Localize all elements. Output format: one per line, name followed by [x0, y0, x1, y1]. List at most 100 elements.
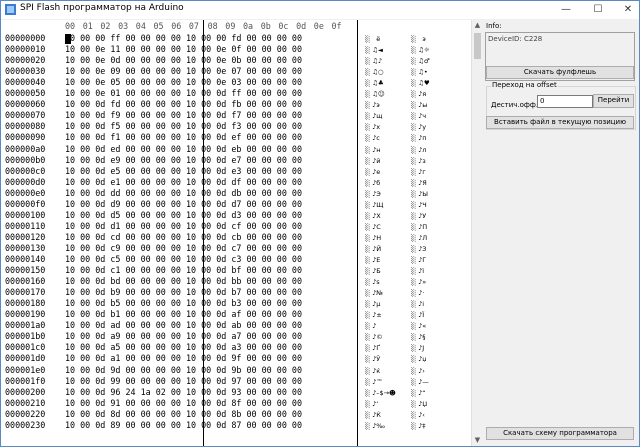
- row-ascii-right[interactable]: ░ э: [411, 35, 426, 43]
- row-ascii-right[interactable]: ░ ♫☼: [411, 46, 430, 54]
- maximize-button[interactable]: ☐: [583, 1, 613, 19]
- row-hex-bytes[interactable]: 10 00 0d a9 00 00 00 00 10 00 0d a7 00 0…: [65, 331, 302, 341]
- row-ascii-right[interactable]: ░ ♫♥: [411, 79, 430, 87]
- row-ascii-left[interactable]: ░ ♪Ќ: [365, 411, 381, 419]
- row-hex-bytes[interactable]: 10 00 00 ff 00 00 00 00 10 00 00 fd 00 0…: [65, 33, 302, 43]
- row-ascii-right[interactable]: ░ ♪Џ: [411, 400, 427, 408]
- scroll-down-arrow-icon[interactable]: ▼: [472, 435, 483, 446]
- row-hex-bytes[interactable]: 10 00 0d fd 00 00 00 00 10 00 0d fb 00 0…: [65, 99, 302, 109]
- row-hex-bytes[interactable]: 10 00 0d d1 00 00 00 00 10 00 0d cf 00 0…: [65, 221, 302, 231]
- row-ascii-left[interactable]: ░ ♪±: [365, 311, 382, 319]
- row-ascii-left[interactable]: ░ ♪б: [365, 179, 380, 187]
- row-ascii-right[interactable]: ░ ♪Ы: [411, 190, 428, 198]
- title-bar[interactable]: SPI Flash программатор на Arduino — ☐ ✕: [1, 1, 639, 19]
- dec-offset-input[interactable]: 0: [537, 95, 593, 108]
- row-hex-bytes[interactable]: 10 00 0e 05 00 00 00 00 10 00 0e 03 00 0…: [65, 77, 302, 87]
- row-ascii-right[interactable]: ░ ♪п: [411, 134, 426, 142]
- row-hex-bytes[interactable]: 10 00 0d e1 00 00 00 00 10 00 0d df 00 0…: [65, 177, 302, 187]
- row-ascii-left[interactable]: ░ ♫○: [365, 68, 384, 76]
- scroll-up-arrow-icon[interactable]: ▲: [472, 20, 483, 31]
- row-ascii-left[interactable]: ░ ♪Ў: [365, 355, 380, 363]
- row-hex-bytes[interactable]: 10 00 0e 09 00 00 00 00 10 00 0e 07 00 0…: [65, 66, 302, 76]
- row-ascii-right[interactable]: ░ ♪ї: [411, 267, 424, 275]
- row-hex-bytes[interactable]: 10 00 0d 91 00 00 00 00 10 00 0d 8f 00 0…: [65, 398, 302, 408]
- row-hex-bytes[interactable]: 10 00 0d ad 00 00 00 00 10 00 0d ab 00 0…: [65, 320, 302, 330]
- row-hex-bytes[interactable]: 10 00 0e 11 00 00 00 00 10 00 0e 0f 00 0…: [65, 44, 302, 54]
- row-ascii-right[interactable]: ░ ♪з: [411, 157, 426, 165]
- row-ascii-left[interactable]: ░ ♫◄: [365, 46, 383, 54]
- row-ascii-left[interactable]: ░ ♪ѕ: [365, 278, 380, 286]
- row-ascii-left[interactable]: ░ ♫♪: [365, 57, 382, 65]
- row-ascii-right[interactable]: ░ ♪›: [411, 367, 425, 375]
- row-ascii-right[interactable]: ░ ♪Я: [411, 179, 427, 187]
- hex-grid[interactable]: 00 01 02 03 04 05 06 07 08 09 0a 0b 0c 0d 0e 0f 0000000…: [1, 20, 471, 446]
- row-hex-bytes[interactable]: 10 00 0d c5 00 00 00 00 10 00 0d c3 00 0…: [65, 254, 302, 264]
- row-hex-bytes[interactable]: 10 00 0d bd 00 00 00 00 10 00 0d bb 00 0…: [65, 276, 302, 286]
- close-button[interactable]: ✕: [613, 1, 639, 19]
- row-ascii-right[interactable]: ░ ♪Ј: [411, 344, 424, 352]
- row-ascii-right[interactable]: ░ ♪ы: [411, 101, 427, 109]
- row-hex-bytes[interactable]: 10 00 0d b5 00 00 00 00 10 00 0d b3 00 0…: [65, 298, 302, 308]
- row-hex-bytes[interactable]: 10 00 0d f9 00 00 00 00 10 00 0d f7 00 0…: [65, 110, 302, 120]
- row-ascii-right[interactable]: ░ ♪у: [411, 123, 426, 131]
- scroll-thumb[interactable]: [474, 33, 481, 59]
- row-hex-bytes[interactable]: 10 00 0d ed 00 00 00 00 10 00 0d eb 00 0…: [65, 144, 302, 154]
- row-ascii-left[interactable]: ░ ♫♣: [365, 79, 384, 87]
- row-hex-bytes[interactable]: 10 00 0d 96 24 1a 02 00 10 00 0d 93 00 0…: [65, 387, 302, 397]
- minimize-button[interactable]: —: [551, 1, 581, 19]
- row-hex-bytes[interactable]: 10 00 0e 01 00 00 00 00 10 00 0d ff 00 0…: [65, 88, 302, 98]
- row-ascii-left[interactable]: ░ ♪©: [365, 333, 383, 341]
- row-hex-bytes[interactable]: 10 00 0d 89 00 00 00 00 10 00 0d 87 00 0…: [65, 420, 302, 430]
- row-ascii-left[interactable]: ░ ♪­: [365, 322, 376, 330]
- row-ascii-left[interactable]: ░ ♪™: [365, 378, 383, 386]
- row-ascii-right[interactable]: ░ ♫•: [411, 68, 428, 76]
- row-ascii-left[interactable]: ░ ♪с: [365, 134, 380, 142]
- row-ascii-left[interactable]: ░ ♪Х: [365, 212, 381, 220]
- row-hex-bytes[interactable]: 10 00 0d 8d 00 00 00 00 10 00 0d 8b 00 0…: [65, 409, 302, 419]
- row-ascii-right[interactable]: ░ ♪‡: [411, 422, 425, 430]
- row-hex-bytes[interactable]: 10 00 0d 99 00 00 00 00 10 00 0d 97 00 0…: [65, 376, 302, 386]
- row-ascii-left[interactable]: ░ ♪Э: [365, 190, 381, 198]
- row-ascii-left[interactable]: ░ ♪н: [365, 146, 380, 154]
- row-ascii-right[interactable]: ░ ♫♂: [411, 57, 430, 65]
- row-ascii-left[interactable]: ░ ♪э: [365, 101, 380, 109]
- row-ascii-left[interactable]: ░ ♪№: [365, 289, 383, 297]
- row-ascii-right[interactable]: ░ ♪Ч: [411, 201, 427, 209]
- row-ascii-right[interactable]: ░ ♪—: [411, 378, 429, 386]
- goto-offset-button[interactable]: Перейти: [593, 94, 634, 108]
- row-ascii-left[interactable]: ░ ♪Ґ: [365, 344, 380, 352]
- download-schema-button[interactable]: Скачать схему программатора: [486, 427, 634, 440]
- row-ascii-left[interactable]: ░ ♫☺: [365, 90, 385, 98]
- row-hex-bytes[interactable]: 10 00 0d a5 00 00 00 00 10 00 0d a3 00 0…: [65, 342, 302, 352]
- row-hex-bytes[interactable]: 10 00 0d dd 00 00 00 00 10 00 0d db 00 0…: [65, 188, 302, 198]
- row-ascii-right[interactable]: ░ ♪Л: [411, 234, 427, 242]
- row-hex-bytes[interactable]: 10 00 0d d5 00 00 00 00 10 00 0d d3 00 0…: [65, 210, 302, 220]
- row-ascii-left[interactable]: ░ ♪‰: [365, 422, 385, 430]
- row-hex-bytes[interactable]: 10 00 0d 9d 00 00 00 00 10 00 0d 9b 00 0…: [65, 365, 302, 375]
- row-hex-bytes[interactable]: 10 00 0d f5 00 00 00 00 10 00 0d f3 00 0…: [65, 121, 302, 131]
- row-ascii-left[interactable]: ░ ♪‘: [365, 400, 378, 408]
- vertical-scrollbar[interactable]: ▲ ▼: [471, 20, 483, 446]
- row-hex-bytes[interactable]: 10 00 0d d9 00 00 00 00 10 00 0d d7 00 0…: [65, 199, 302, 209]
- row-ascii-right[interactable]: ░ ♪·: [411, 289, 424, 297]
- row-ascii-left[interactable]: ░ ♪ќ: [365, 367, 380, 375]
- row-ascii-left[interactable]: ░ ♪е: [365, 168, 380, 176]
- row-ascii-right[interactable]: ░ ♪і: [411, 300, 424, 308]
- read-firmware-button[interactable]: Скачать фулфлешь: [486, 66, 634, 79]
- row-ascii-left[interactable]: ░ ♪µ: [365, 300, 380, 308]
- row-hex-bytes[interactable]: 10 00 0d c1 00 00 00 00 10 00 0d bf 00 0…: [65, 265, 302, 275]
- insert-file-button[interactable]: Вставить файл в текущую позицию: [486, 116, 634, 129]
- row-hex-bytes[interactable]: 10 00 0d a1 00 00 00 00 10 00 0d 9f 00 0…: [65, 353, 302, 363]
- row-ascii-left[interactable]: ░ ё: [365, 35, 380, 43]
- row-hex-bytes[interactable]: 10 00 0d cd 00 00 00 00 10 00 0d cb 00 0…: [65, 232, 302, 242]
- row-ascii-right[interactable]: ░ ♪»: [411, 278, 426, 286]
- row-ascii-left[interactable]: ░ ♪–$→☻: [365, 389, 396, 397]
- row-ascii-right[interactable]: ░ ♪“: [411, 389, 426, 397]
- row-ascii-right[interactable]: ░ ♪§: [411, 333, 425, 341]
- row-ascii-right[interactable]: ░ ♪Ї: [411, 311, 424, 319]
- row-ascii-left[interactable]: ░ ♪Б: [365, 267, 381, 275]
- row-hex-bytes[interactable]: 10 00 0d e5 00 00 00 00 10 00 0d e3 00 0…: [65, 166, 302, 176]
- row-ascii-left[interactable]: ░ ♪Щ: [365, 201, 383, 209]
- row-ascii-left[interactable]: ░ ♪С: [365, 223, 381, 231]
- row-hex-bytes[interactable]: 10 00 0d c9 00 00 00 00 10 00 0d c7 00 0…: [65, 243, 302, 253]
